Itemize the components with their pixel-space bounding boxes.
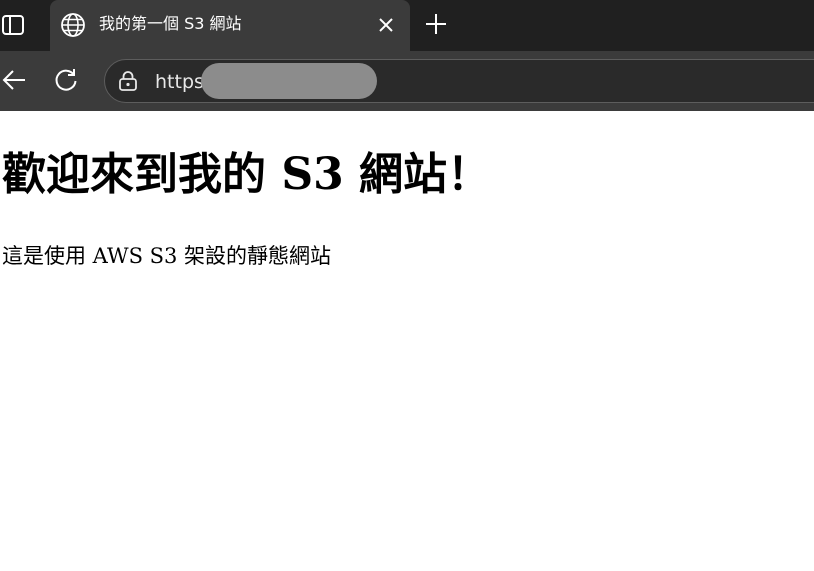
page-content: 歡迎來到我的 S3 網站！ 這是使用 AWS S3 架設的靜態網站 [0, 111, 814, 571]
tab-title: 我的第一個 S3 網站 [99, 14, 242, 33]
tab-actions-button[interactable] [0, 12, 26, 38]
active-tab[interactable]: 我的第一個 S3 網站 [50, 0, 410, 51]
reload-button[interactable] [52, 66, 80, 94]
page-paragraph: 這是使用 AWS S3 架設的靜態網站 [2, 244, 332, 268]
tab-strip: 我的第一個 S3 網站 [0, 0, 814, 51]
back-arrow-icon [2, 70, 25, 90]
lock-icon[interactable] [117, 70, 139, 92]
globe-icon [61, 13, 85, 37]
plus-icon [426, 14, 446, 34]
back-button[interactable] [0, 66, 28, 94]
browser-toolbar: https:// cloudfront.net [0, 51, 814, 111]
new-tab-button[interactable] [422, 10, 450, 38]
url-redaction [201, 63, 377, 99]
address-bar[interactable]: https:// cloudfront.net [104, 59, 814, 103]
close-icon [379, 18, 393, 32]
tab-actions-icon [2, 15, 24, 35]
browser-window: 我的第一個 S3 網站 https:// 歡迎來到我的 S3 網站！ 這是使用 … [0, 0, 814, 571]
tab-close-button[interactable] [374, 13, 398, 37]
page-heading: 歡迎來到我的 S3 網站！ [2, 149, 492, 200]
reload-icon [55, 69, 77, 91]
